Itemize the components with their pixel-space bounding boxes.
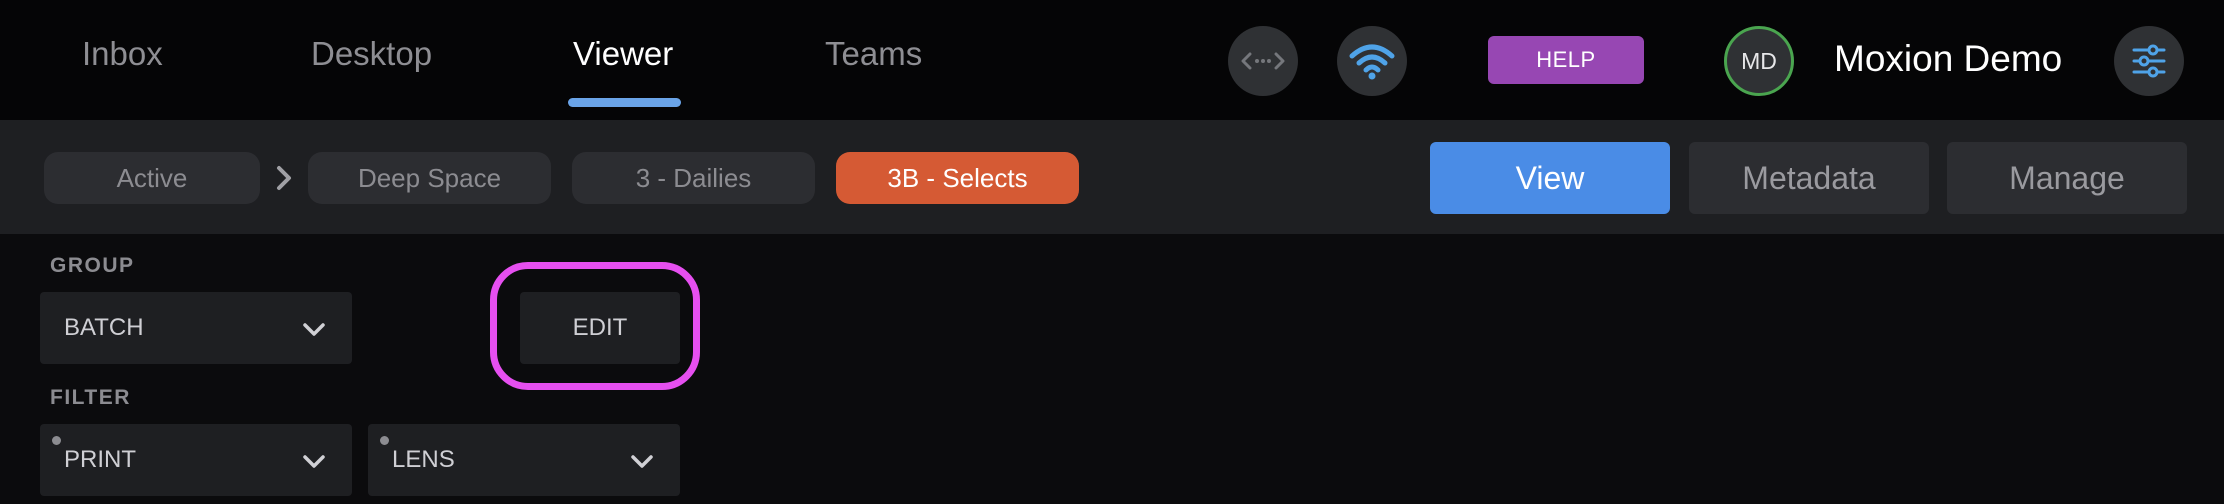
chevron-right-icon <box>277 166 291 190</box>
breadcrumb-item-dailies[interactable]: 3 - Dailies <box>572 152 815 204</box>
top-nav-bar: Inbox Desktop Viewer Teams HELP MD Moxio… <box>0 0 2224 120</box>
group-select[interactable]: BATCH <box>40 292 352 364</box>
settings-button[interactable] <box>2114 26 2184 96</box>
active-tab-indicator <box>568 98 681 107</box>
breadcrumb-item-deep-space[interactable]: Deep Space <box>308 152 551 204</box>
tab-teams[interactable]: Teams <box>825 34 922 74</box>
link-button[interactable] <box>1228 26 1298 96</box>
filter-indicator-dot <box>380 436 389 445</box>
group-select-value: BATCH <box>64 314 144 341</box>
metadata-button[interactable]: Metadata <box>1689 142 1929 214</box>
group-section-label: GROUP <box>50 254 135 277</box>
filter-indicator-dot <box>52 436 61 445</box>
view-button[interactable]: View <box>1430 142 1670 214</box>
tab-viewer[interactable]: Viewer <box>573 34 673 74</box>
filter-section-label: FILTER <box>50 386 131 409</box>
tab-desktop[interactable]: Desktop <box>311 34 432 74</box>
chevron-down-icon <box>303 455 325 468</box>
edit-button[interactable]: EDIT <box>520 292 680 364</box>
sliders-icon <box>2132 44 2166 78</box>
breadcrumb-item-selects[interactable]: 3B - Selects <box>836 152 1079 204</box>
filter-select-print[interactable]: PRINT <box>40 424 352 496</box>
wifi-button[interactable] <box>1337 26 1407 96</box>
chevron-down-icon <box>303 323 325 336</box>
avatar[interactable]: MD <box>1724 26 1794 96</box>
tab-inbox[interactable]: Inbox <box>82 34 163 74</box>
help-button[interactable]: HELP <box>1488 36 1644 84</box>
code-link-icon <box>1241 52 1285 70</box>
filter-select-value: LENS <box>392 446 455 473</box>
filter-select-lens[interactable]: LENS <box>368 424 680 496</box>
manage-button[interactable]: Manage <box>1947 142 2187 214</box>
wifi-icon <box>1349 44 1395 80</box>
user-name: Moxion Demo <box>1834 38 2063 79</box>
chevron-down-icon <box>631 455 653 468</box>
filter-select-value: PRINT <box>64 446 136 473</box>
breadcrumb-item-active[interactable]: Active <box>44 152 260 204</box>
